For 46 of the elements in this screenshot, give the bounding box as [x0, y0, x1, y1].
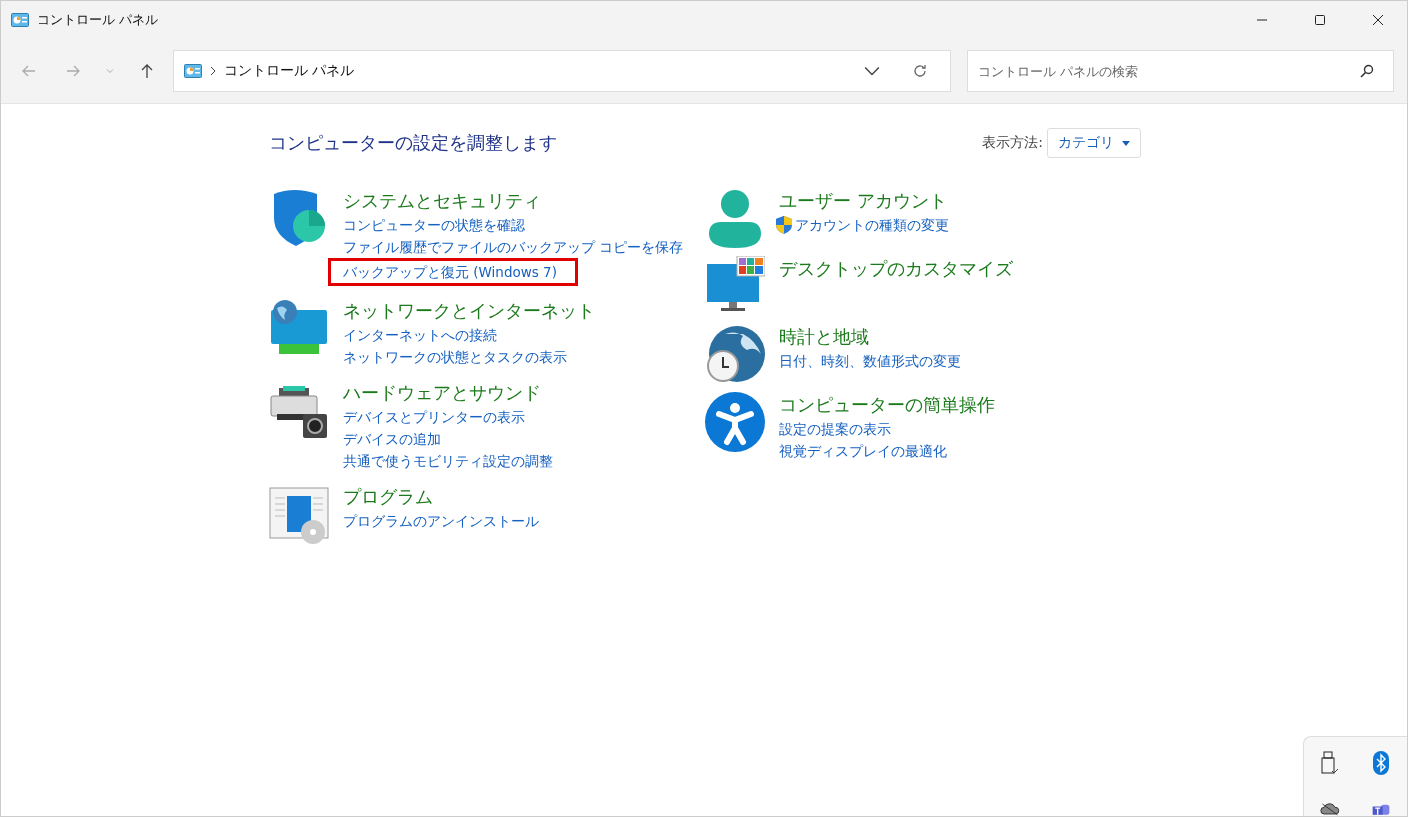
- bluetooth-icon[interactable]: [1371, 751, 1392, 775]
- accessibility-icon[interactable]: [705, 392, 765, 452]
- task-link[interactable]: 日付、時刻、数値形式の変更: [779, 350, 961, 372]
- page-heading: コンピューターの設定を調整します: [269, 131, 557, 155]
- search-icon[interactable]: [1360, 64, 1374, 78]
- task-link[interactable]: インターネットへの接続: [343, 324, 497, 346]
- category-title-link[interactable]: 時計と地域: [779, 324, 869, 350]
- category-title-link[interactable]: プログラム: [343, 484, 433, 510]
- task-link[interactable]: デバイスの追加: [343, 428, 441, 450]
- globe-clock-icon[interactable]: [705, 324, 765, 384]
- up-arrow-icon: [139, 63, 155, 79]
- task-link[interactable]: ネットワークの状態とタスクの表示: [343, 346, 567, 368]
- control-panel-icon: [184, 64, 202, 78]
- task-link[interactable]: バックアップと復元 (Windows 7): [343, 261, 557, 283]
- caret-down-icon: [1122, 140, 1130, 146]
- category-title-link[interactable]: コンピューターの簡単操作: [779, 392, 995, 418]
- control-panel-icon: [11, 13, 29, 27]
- category-title-link[interactable]: ユーザー アカウント: [779, 188, 947, 214]
- back-arrow-icon: [21, 63, 37, 79]
- task-link[interactable]: アカウントの種類の変更: [795, 214, 949, 236]
- view-by-dropdown[interactable]: カテゴリ: [1047, 128, 1141, 158]
- category-title-link[interactable]: デスクトップのカスタマイズ: [779, 256, 1013, 282]
- forward-arrow-icon: [65, 63, 81, 79]
- address-bar[interactable]: コントロール パネル: [173, 50, 951, 92]
- chevron-right-icon: [210, 66, 216, 76]
- category-title-link[interactable]: ネットワークとインターネット: [343, 298, 595, 324]
- breadcrumb-item[interactable]: コントロール パネル: [224, 62, 355, 80]
- task-link[interactable]: コンピューターの状態を確認: [343, 214, 525, 236]
- program-disc-icon[interactable]: [269, 484, 329, 544]
- task-link[interactable]: 設定の提案の表示: [779, 418, 891, 440]
- window-title: コントロール パネル: [37, 11, 159, 29]
- maximize-icon: [1314, 14, 1326, 26]
- close-icon: [1372, 14, 1384, 26]
- task-link[interactable]: ファイル履歴でファイルのバックアップ コピーを保存: [343, 236, 684, 258]
- cloud-icon[interactable]: [1319, 801, 1340, 816]
- task-link[interactable]: プログラムのアンインストール: [343, 510, 539, 532]
- view-by-label: 表示方法:: [982, 134, 1043, 152]
- chevron-down-icon: [105, 66, 115, 76]
- refresh-icon[interactable]: [912, 63, 928, 79]
- task-link[interactable]: 共通で使うモビリティ設定の調整: [343, 450, 553, 472]
- search-field[interactable]: コントロール パネルの検索: [967, 50, 1394, 92]
- category-title-link[interactable]: システムとセキュリティ: [343, 188, 541, 214]
- task-link[interactable]: デバイスとプリンターの表示: [343, 406, 525, 428]
- usb-drive-icon[interactable]: [1319, 751, 1340, 775]
- task-link[interactable]: 視覚ディスプレイの最適化: [779, 440, 947, 462]
- category-title-link[interactable]: ハードウェアとサウンド: [343, 380, 541, 406]
